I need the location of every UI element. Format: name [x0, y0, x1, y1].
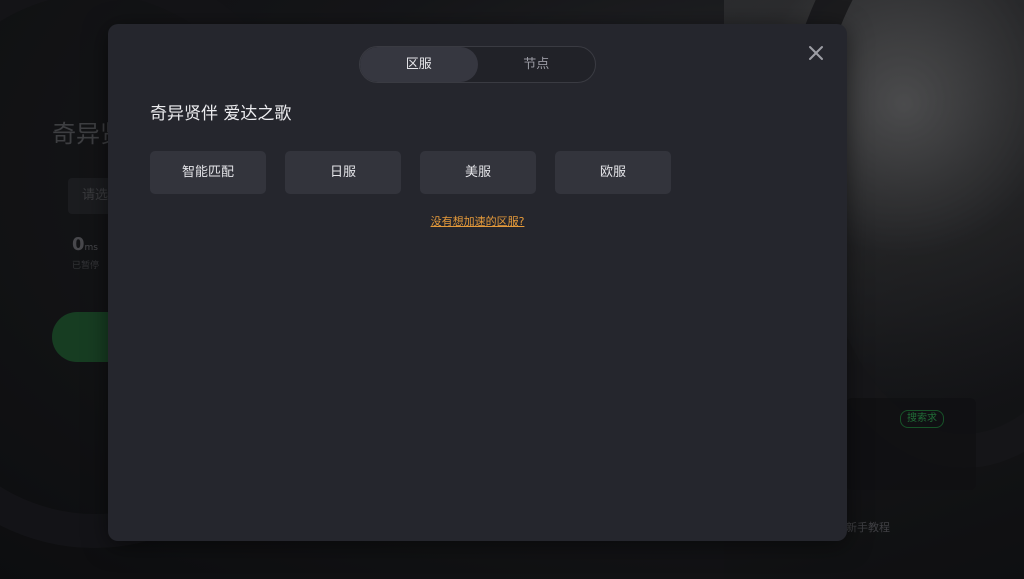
game-title: 奇异贤伴 爱达之歌 — [150, 104, 292, 124]
close-button[interactable] — [805, 42, 827, 64]
region-button-eu[interactable]: 欧服 — [555, 151, 671, 194]
region-button-us[interactable]: 美服 — [420, 151, 536, 194]
region-button-jp[interactable]: 日服 — [285, 151, 401, 194]
tab-region[interactable]: 区服 — [360, 47, 478, 82]
missing-region-link[interactable]: 没有想加速的区服? — [108, 213, 847, 229]
close-icon — [805, 42, 827, 64]
region-select-dialog: 区服 节点 奇异贤伴 爱达之歌 智能匹配 日服 美服 欧服 没有想加速的区服? — [108, 24, 847, 541]
tab-node[interactable]: 节点 — [478, 47, 596, 82]
region-button-auto[interactable]: 智能匹配 — [150, 151, 266, 194]
view-tabs: 区服 节点 — [359, 46, 596, 83]
app-stage: 奇异贤 请选 0ms 已暂停 搜索求 新手教程 区服 节点 奇异贤伴 爱达之歌 … — [0, 0, 1024, 579]
region-options: 智能匹配 日服 美服 欧服 — [150, 151, 671, 194]
